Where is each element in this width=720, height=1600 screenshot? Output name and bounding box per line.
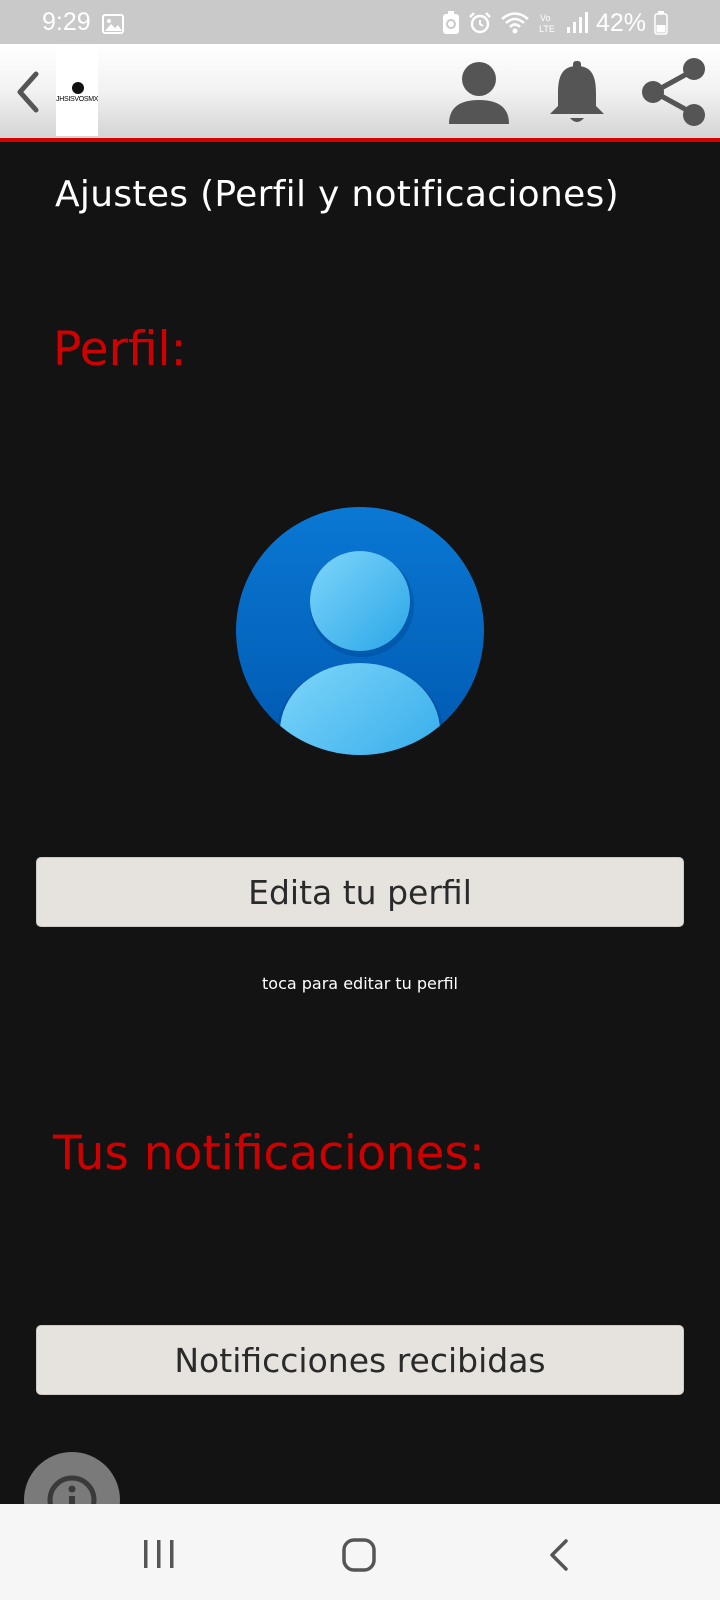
back-icon[interactable] xyxy=(548,1538,570,1572)
home-icon[interactable] xyxy=(342,1538,376,1572)
bell-icon[interactable] xyxy=(546,60,608,126)
image-icon xyxy=(102,14,124,34)
app-header: JHSISVOSMX xyxy=(0,44,720,142)
profile-heading: Perfil: xyxy=(53,322,187,377)
user-icon[interactable] xyxy=(446,60,512,126)
logo-text: JHSISVOSMX xyxy=(56,96,98,103)
received-notifications-button[interactable]: Notificciones recibidas xyxy=(36,1325,684,1395)
battery-percent: 42% xyxy=(595,8,646,37)
status-bar: 9:29 Vo LTE 42% xyxy=(0,0,720,44)
avatar-icon[interactable] xyxy=(236,507,484,755)
status-time: 9:29 xyxy=(42,8,91,36)
edit-profile-button[interactable]: Edita tu perfil xyxy=(36,857,684,927)
page-title: Ajustes (Perfil y notificaciones) xyxy=(55,174,619,215)
notifications-heading: Tus notificaciones: xyxy=(53,1126,485,1181)
system-nav-bar xyxy=(0,1504,720,1600)
battery-saver-icon xyxy=(442,11,459,34)
alarm-icon xyxy=(469,12,491,34)
app-logo[interactable]: JHSISVOSMX xyxy=(56,46,98,136)
wifi-icon xyxy=(501,12,529,34)
status-icons: Vo LTE 42% xyxy=(442,8,668,38)
logo-mark xyxy=(72,82,84,94)
svg-text:LTE: LTE xyxy=(539,24,555,34)
share-icon[interactable] xyxy=(638,56,710,128)
battery-icon xyxy=(654,11,668,35)
edit-profile-hint: toca para editar tu perfil xyxy=(262,974,458,993)
recents-icon[interactable] xyxy=(142,1538,176,1570)
volte-icon: Vo LTE xyxy=(539,13,555,34)
signal-icon xyxy=(566,12,588,33)
svg-text:Vo: Vo xyxy=(540,13,551,23)
back-chevron-icon[interactable] xyxy=(14,70,42,114)
